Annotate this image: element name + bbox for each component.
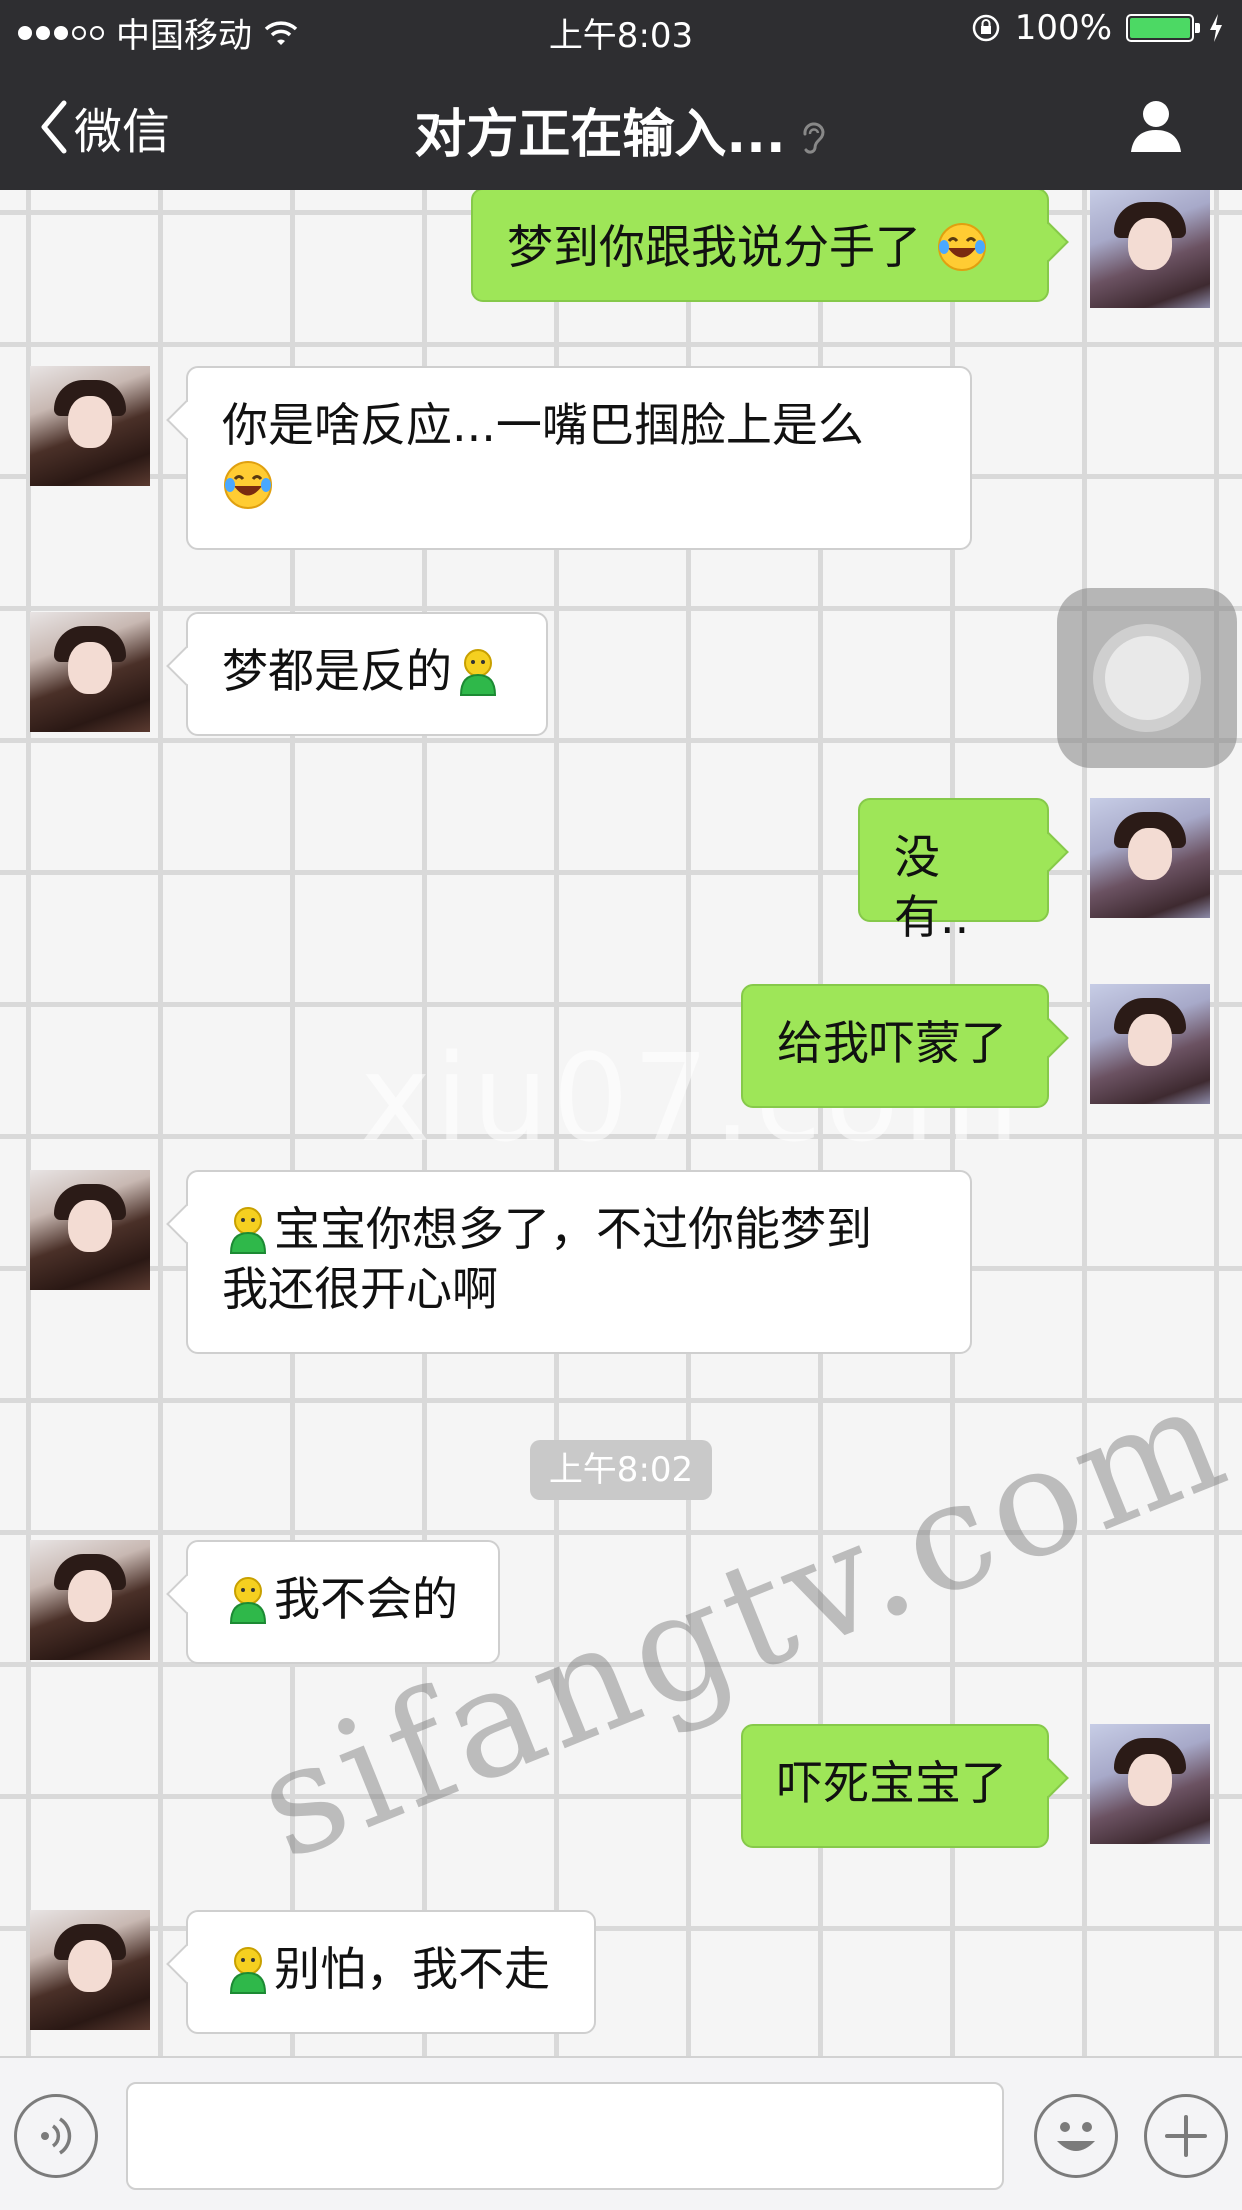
message-bubble-sent[interactable]: 梦到你跟我说分手了 [471,190,1049,302]
message-text: 别怕，我不走 [274,1942,550,1996]
avatar-contact[interactable] [30,612,150,732]
emoji-face-icon [1057,2122,1095,2151]
message-text: 我不会的 [274,1572,458,1626]
input-bar [0,2056,1242,2210]
avatar-contact[interactable] [30,1540,150,1660]
voice-button[interactable] [14,2094,98,2178]
laughing-tears-emoji [224,461,272,509]
green-figure-emoji [229,1207,267,1254]
chat-area[interactable]: xiu07.com 梦到你跟我说分手了 你是啥反应...一嘴巴掴脸上是么 梦都是… [0,190,1242,2056]
chat-title: 对方正在输入... [0,92,1242,167]
avatar-contact[interactable] [30,1170,150,1290]
message-text-line1: 宝宝你想多了，不过你能梦到 [274,1202,872,1256]
status-right: 100% [971,8,1224,48]
message-bubble-received[interactable]: 宝宝你想多了，不过你能梦到 我还很开心啊 [186,1170,972,1354]
green-figure-emoji [459,649,497,696]
emoji-button[interactable] [1034,2094,1118,2178]
avatar-self[interactable] [1090,984,1210,1104]
assistive-touch-button[interactable] [1057,588,1237,768]
message-bubble-sent[interactable]: 没有.. [858,798,1049,944]
ear-icon [803,122,825,154]
avatar-self[interactable] [1090,190,1210,308]
green-figure-emoji [229,1947,267,1994]
message-text-line2: 我还很开心啊 [222,1262,498,1316]
message-bubble-received[interactable]: 你是啥反应...一嘴巴掴脸上是么 [186,366,972,550]
message-bubble-sent[interactable]: 给我吓蒙了 [741,984,1049,1108]
avatar-contact[interactable] [30,1910,150,2030]
message-bubble-received[interactable]: 别怕，我不走 [186,1910,596,2034]
message-bubble-sent[interactable]: 吓死宝宝了 [741,1724,1049,1848]
plus-icon [1165,2115,1207,2157]
orientation-lock-icon [972,14,1000,42]
battery-icon [1126,14,1200,42]
more-button[interactable] [1144,2094,1228,2178]
timestamp: 上午8:02 [530,1440,712,1500]
green-figure-emoji [229,1577,267,1624]
message-input[interactable] [126,2082,1004,2190]
avatar-self[interactable] [1090,798,1210,918]
laughing-tears-emoji [937,223,986,271]
avatar-contact[interactable] [30,366,150,486]
chat-title-text: 对方正在输入... [414,105,786,165]
message-text: 梦都是反的 [222,644,452,698]
nav-bar: 微信 对方正在输入... [0,62,1242,190]
message-text: 没有.. [894,830,970,944]
status-bar: 中国移动 上午8:03 100% [0,0,1242,62]
voice-icon [41,2117,72,2155]
message-bubble-received[interactable]: 梦都是反的 [186,612,548,736]
avatar-self[interactable] [1090,1724,1210,1844]
charging-icon [1210,14,1222,42]
message-text: 你是啥反应...一嘴巴掴脸上是么 [222,398,864,452]
message-text: 给我吓蒙了 [777,1016,1007,1070]
battery-percent: 100% [1014,8,1112,48]
message-text: 梦到你跟我说分手了 [507,220,921,274]
message-text: 吓死宝宝了 [777,1756,1007,1810]
profile-icon[interactable] [1126,96,1186,156]
